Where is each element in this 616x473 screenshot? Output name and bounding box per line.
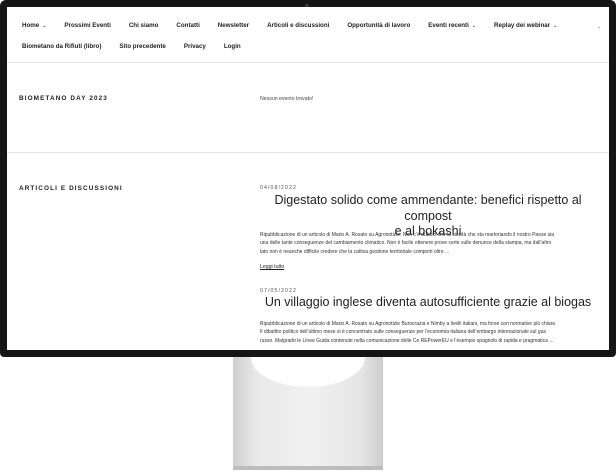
post-title-line: Un villaggio inglese diventa autosuffici…	[264, 295, 592, 309]
excerpt-line: Ripubblicazione di un articolo di Mario …	[260, 232, 555, 238]
post-title[interactable]: Un villaggio inglese diventa autosuffici…	[260, 295, 596, 311]
chevron-down-icon: ⌄	[553, 22, 558, 29]
monitor-mockup: Home ⌄ Prossimi Eventi Chi siamo Contatti…	[0, 0, 616, 473]
post-excerpt: Ripubblicazione di un articolo di Mario …	[260, 320, 596, 345]
chevron-down-icon: ⌄	[42, 22, 47, 29]
divider	[7, 152, 609, 153]
nav-item-prossimi-eventi[interactable]: Prossimi Eventi	[64, 22, 110, 29]
nav-row-secondary: Biometano da Rifiuti (libro) Sito preced…	[22, 43, 259, 50]
excerpt-line: lato non è neanche difficile credere che…	[260, 248, 450, 255]
nav-item-contatti[interactable]: Contatti	[176, 22, 199, 29]
nav-item-chi-siamo[interactable]: Chi siamo	[129, 22, 159, 29]
nav-item-biometano-libro[interactable]: Biometano da Rifiuti (libro)	[22, 43, 101, 50]
no-events-message: Nessun evento trovato!	[260, 96, 314, 102]
nav-item-sito-precedente[interactable]: Sito precedente	[119, 43, 165, 50]
excerpt-line: una delle tante conseguenze del cambiame…	[260, 240, 552, 247]
nav-item-replay-webinar[interactable]: Replay dei webinar ⌄	[494, 22, 557, 29]
monitor-bezel: Home ⌄ Prossimi Eventi Chi siamo Contatti…	[0, 0, 616, 357]
nav-item-newsletter[interactable]: Newsletter	[218, 22, 249, 29]
section-title-biometano-day: BIOMETANO DAY 2023	[19, 95, 108, 102]
website-screen: Home ⌄ Prossimi Eventi Chi siamo Contatti…	[7, 7, 609, 350]
nav-item-opportunita[interactable]: Opportunità di lavoro	[347, 22, 410, 29]
nav-item-privacy[interactable]: Privacy	[184, 43, 206, 50]
post-date: 07/05/2022	[260, 288, 297, 294]
read-more-link[interactable]: Leggi tutto	[260, 264, 284, 270]
divider	[7, 62, 609, 63]
stand-foot	[233, 466, 383, 470]
post-title-line: Digestato solido come ammendante: benefi…	[274, 193, 582, 223]
excerpt-line: russo. Malgrado le Linee Guida contenute…	[260, 337, 554, 344]
excerpt-line: Il dibattito politico dell’ultimo mese s…	[260, 329, 546, 336]
nav-item-home[interactable]: Home ⌄	[22, 22, 46, 29]
chevron-down-icon: ⌄	[471, 22, 477, 29]
section-title-articoli: ARTICOLI E DISCUSSIONI	[19, 185, 123, 192]
post-excerpt: Ripubblicazione di un articolo di Mario …	[260, 231, 596, 256]
nav-item-login[interactable]: Login	[224, 43, 241, 50]
chevron-down-icon[interactable]: ⌄	[597, 24, 601, 30]
nav-row-primary: Home ⌄ Prossimi Eventi Chi siamo Contatti…	[22, 22, 575, 29]
post-date: 04/08/2022	[260, 185, 297, 191]
nav-item-eventi-recenti[interactable]: Eventi recenti ⌄	[428, 22, 476, 29]
excerpt-line: Ripubblicazione di un articolo di Mario …	[260, 321, 557, 327]
nav-item-articoli[interactable]: Articoli e discussioni	[267, 22, 329, 29]
